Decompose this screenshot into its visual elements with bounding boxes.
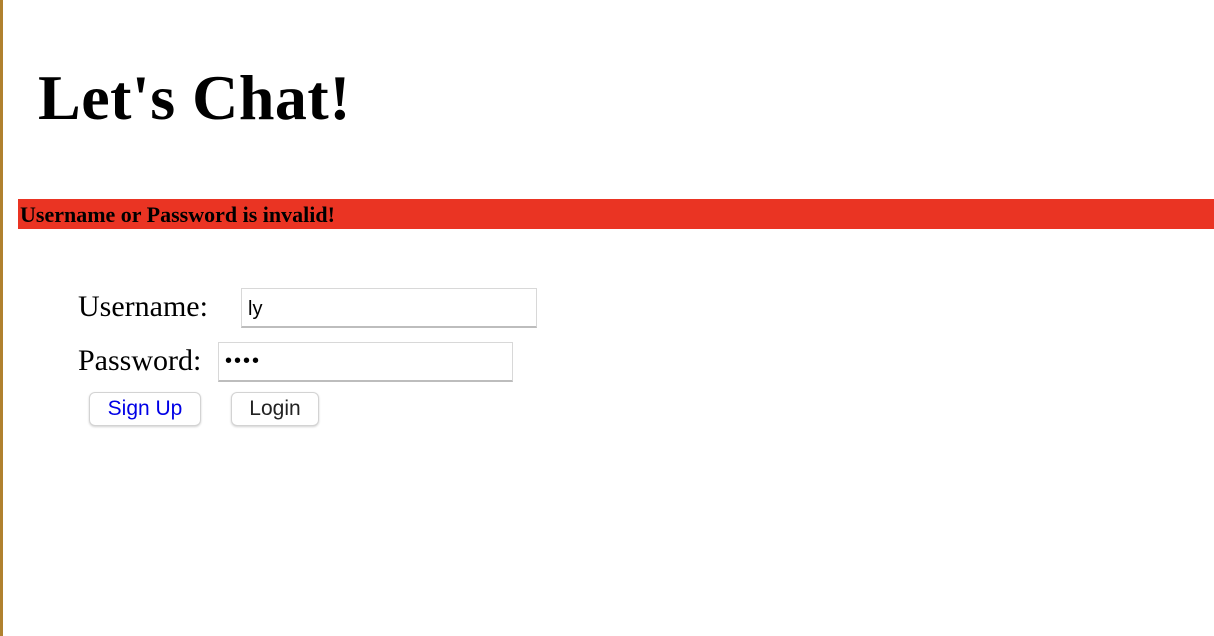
username-label: Username: bbox=[78, 290, 208, 323]
username-field[interactable] bbox=[241, 288, 537, 328]
page-title: Let's Chat! bbox=[38, 62, 352, 133]
password-label: Password: bbox=[78, 344, 202, 377]
login-button[interactable]: Login bbox=[231, 392, 319, 426]
error-banner: Username or Password is invalid! bbox=[18, 199, 1214, 229]
sign-up-button[interactable]: Sign Up bbox=[89, 392, 201, 426]
password-field[interactable] bbox=[218, 342, 513, 382]
login-page: Let's Chat! Username or Password is inva… bbox=[0, 0, 1214, 636]
